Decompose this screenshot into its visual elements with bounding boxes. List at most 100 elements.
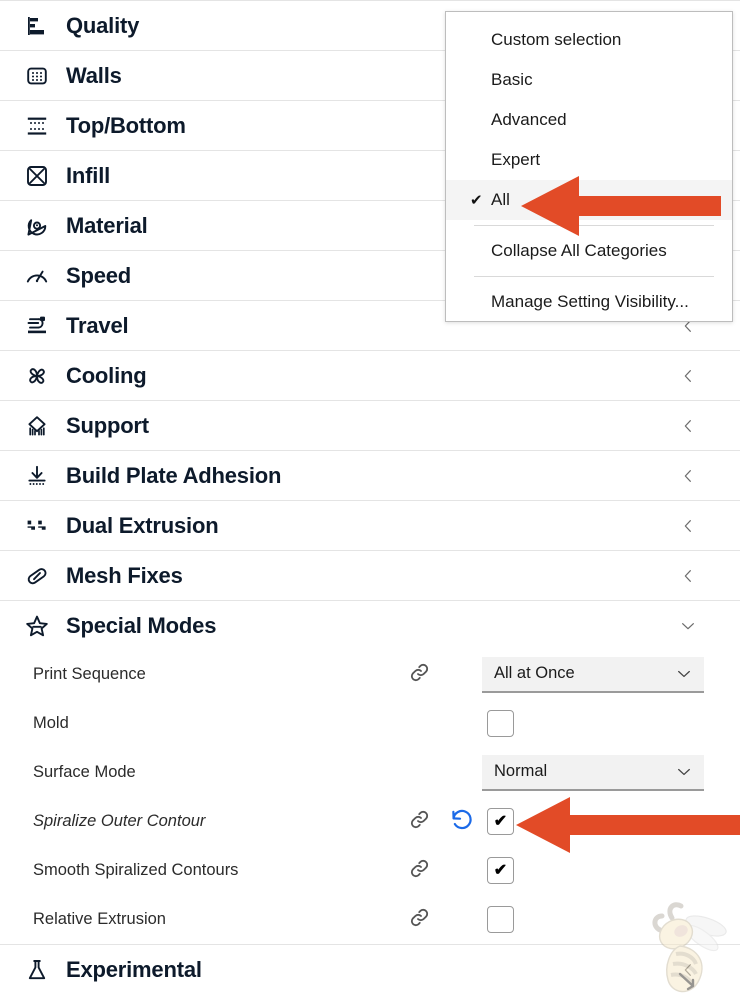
- category-row-support[interactable]: Support: [0, 400, 740, 450]
- mesh-fixes-icon: [24, 563, 50, 589]
- menu-item-label: Custom selection: [491, 30, 622, 49]
- empty-slot: [398, 748, 440, 797]
- menu-item-label: Collapse All Categories: [491, 241, 667, 260]
- empty-slot: [440, 748, 482, 797]
- settings-panel: Quality Walls Top/Bottom Infill Material…: [0, 0, 740, 1000]
- dual-extrusion-icon: [24, 513, 50, 539]
- annotation-arrow-all: [521, 176, 721, 236]
- setting-label: Print Sequence: [33, 665, 146, 683]
- setting-row-relative-extrusion[interactable]: Relative Extrusion: [0, 895, 740, 944]
- infill-icon: [24, 163, 50, 189]
- menu-item-manage-setting-visibility[interactable]: Manage Setting Visibility...: [446, 282, 732, 322]
- experimental-icon: [24, 957, 50, 983]
- menu-item-label: Advanced: [491, 110, 567, 129]
- revert-icon[interactable]: [440, 797, 482, 846]
- category-label: Experimental: [66, 956, 202, 982]
- empty-slot: [440, 895, 482, 944]
- setting-combobox-surface-mode[interactable]: Normal: [482, 754, 704, 791]
- support-icon: [24, 413, 50, 439]
- category-row-experimental[interactable]: Experimental: [0, 944, 740, 994]
- top-bottom-icon: [24, 113, 50, 139]
- menu-item-basic[interactable]: Basic: [446, 60, 732, 100]
- link-icon[interactable]: [398, 846, 440, 895]
- setting-controls: [398, 699, 704, 748]
- category-row-special-modes[interactable]: Special Modes: [0, 600, 740, 650]
- category-row-cooling[interactable]: Cooling: [0, 350, 740, 400]
- category-label: Dual Extrusion: [66, 512, 219, 538]
- menu-item-collapse-all-categories[interactable]: Collapse All Categories: [446, 231, 732, 271]
- check-icon: ✔: [493, 812, 508, 830]
- category-row-dual-extrusion[interactable]: Dual Extrusion: [0, 500, 740, 550]
- menu-item-advanced[interactable]: Advanced: [446, 100, 732, 140]
- special-modes-icon: [24, 613, 50, 639]
- menu-item-label: Basic: [491, 70, 533, 89]
- check-icon: ✔: [493, 861, 508, 879]
- chevron-left-icon[interactable]: [680, 518, 696, 534]
- setting-checkbox-mold[interactable]: [487, 710, 514, 737]
- checkbox-wrapper: [482, 706, 704, 742]
- combobox-value: All at Once: [494, 664, 575, 682]
- setting-checkbox-smooth-spiralized-contours[interactable]: ✔: [487, 857, 514, 884]
- setting-label: Surface Mode: [33, 763, 136, 781]
- category-row-build-plate-adhesion[interactable]: Build Plate Adhesion: [0, 450, 740, 500]
- checkbox-wrapper: ✔: [482, 853, 704, 889]
- quality-icon: [24, 13, 50, 39]
- chevron-left-icon[interactable]: [680, 368, 696, 384]
- category-label: Build Plate Adhesion: [66, 462, 282, 488]
- category-row-mesh-fixes[interactable]: Mesh Fixes: [0, 550, 740, 600]
- menu-separator: [474, 276, 714, 277]
- category-label: Top/Bottom: [66, 112, 186, 138]
- category-label: Travel: [66, 312, 129, 338]
- menu-item-expert[interactable]: Expert: [446, 140, 732, 180]
- chevron-down-icon: [676, 764, 692, 780]
- setting-row-mold[interactable]: Mold: [0, 699, 740, 748]
- setting-controls: ✔: [398, 846, 704, 895]
- setting-visibility-menu[interactable]: Custom selection Basic Advanced Expert ✔…: [445, 11, 733, 322]
- empty-slot: [440, 699, 482, 748]
- category-label: Infill: [66, 162, 111, 188]
- setting-row-print-sequence[interactable]: Print Sequence All at Once: [0, 650, 740, 699]
- link-icon[interactable]: [398, 650, 440, 699]
- category-label: Quality: [66, 12, 140, 38]
- chevron-left-icon[interactable]: [680, 568, 696, 584]
- setting-label: Relative Extrusion: [33, 910, 166, 928]
- category-label: Support: [66, 412, 149, 438]
- link-icon[interactable]: [398, 895, 440, 944]
- setting-controls: All at Once: [398, 650, 704, 699]
- chevron-left-icon[interactable]: [680, 418, 696, 434]
- link-icon[interactable]: [398, 797, 440, 846]
- setting-checkbox-relative-extrusion[interactable]: [487, 906, 514, 933]
- menu-item-label: All: [491, 190, 510, 209]
- empty-slot: [398, 699, 440, 748]
- category-label: Special Modes: [66, 612, 217, 638]
- setting-controls: Normal: [398, 748, 704, 797]
- setting-row-surface-mode[interactable]: Surface Mode Normal: [0, 748, 740, 797]
- travel-icon: [24, 313, 50, 339]
- combobox-value: Normal: [494, 762, 548, 780]
- chevron-down-icon: [676, 666, 692, 682]
- annotation-arrow-spiralize: [516, 797, 740, 853]
- chevron-left-icon[interactable]: [680, 468, 696, 484]
- category-label: Cooling: [66, 362, 147, 388]
- setting-label: Spiralize Outer Contour: [33, 812, 206, 830]
- setting-checkbox-spiralize-outer-contour[interactable]: ✔: [487, 808, 514, 835]
- setting-label: Smooth Spiralized Contours: [33, 861, 239, 879]
- setting-label: Mold: [33, 714, 69, 732]
- category-label: Material: [66, 212, 148, 238]
- setting-row-smooth-spiralized-contours[interactable]: Smooth Spiralized Contours ✔: [0, 846, 740, 895]
- adhesion-icon: [24, 463, 50, 489]
- bee-mascot-watermark: [652, 902, 727, 993]
- cooling-icon: [24, 363, 50, 389]
- walls-icon: [24, 63, 50, 89]
- category-label: Mesh Fixes: [66, 562, 183, 588]
- empty-slot: [440, 846, 482, 895]
- setting-combobox-print-sequence[interactable]: All at Once: [482, 656, 704, 693]
- chevron-down-icon[interactable]: [680, 618, 696, 634]
- category-label: Walls: [66, 62, 122, 88]
- category-label: Speed: [66, 262, 132, 288]
- check-icon: ✔: [470, 192, 483, 209]
- menu-item-label: Manage Setting Visibility...: [491, 292, 689, 311]
- empty-slot: [440, 650, 482, 699]
- menu-item-custom-selection[interactable]: Custom selection: [446, 20, 732, 60]
- material-icon: [24, 213, 50, 239]
